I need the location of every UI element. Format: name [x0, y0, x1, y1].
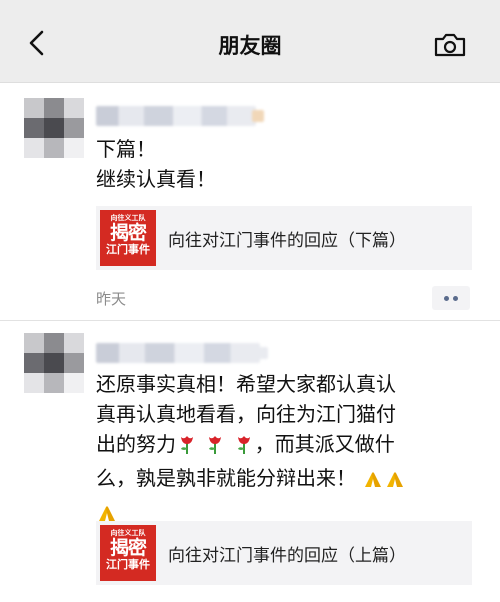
article-thumbnail: 向往义工队 揭密 江门事件 — [100, 210, 156, 266]
article-title: 向往对江门事件的回应（下篇） — [168, 231, 406, 251]
post-time: 昨天 — [96, 290, 127, 308]
article-link-card[interactable]: 向往义工队 揭密 江门事件 向往对江门事件的回应（上篇） — [96, 521, 472, 585]
post-text: 下篇！ 继续认真看！ — [96, 137, 216, 191]
moment-post: 下篇！ 继续认真看！ 向往义工队 揭密 江门事件 向往对江门事件的回应（下篇） … — [0, 82, 500, 318]
rose-emoji — [204, 433, 226, 463]
avatar[interactable] — [24, 333, 84, 393]
nav-bar: 朋友圈 — [0, 0, 500, 83]
folded-hands-emoji — [362, 467, 384, 497]
rose-emoji — [176, 433, 198, 463]
avatar[interactable] — [24, 98, 84, 158]
article-title: 向往对江门事件的回应（上篇） — [168, 546, 406, 566]
post-text: 还原事实真相！希望大家都认真认 真再认真地看看，向往为江门猫付 出的努力 ，而其… — [96, 369, 466, 531]
nickname-blurred[interactable] — [96, 106, 264, 126]
article-link-card[interactable]: 向往义工队 揭密 江门事件 向往对江门事件的回应（下篇） — [96, 206, 472, 270]
folded-hands-emoji — [384, 467, 406, 497]
camera-icon[interactable] — [433, 32, 467, 58]
moment-post: 还原事实真相！希望大家都认真认 真再认真地看看，向往为江门猫付 出的努力 ，而其… — [0, 321, 500, 602]
article-thumbnail: 向往义工队 揭密 江门事件 — [100, 525, 156, 581]
nickname-blurred[interactable] — [96, 343, 268, 363]
rose-emoji — [233, 433, 255, 463]
more-actions-button[interactable] — [432, 286, 470, 310]
page-title: 朋友圈 — [218, 34, 282, 58]
